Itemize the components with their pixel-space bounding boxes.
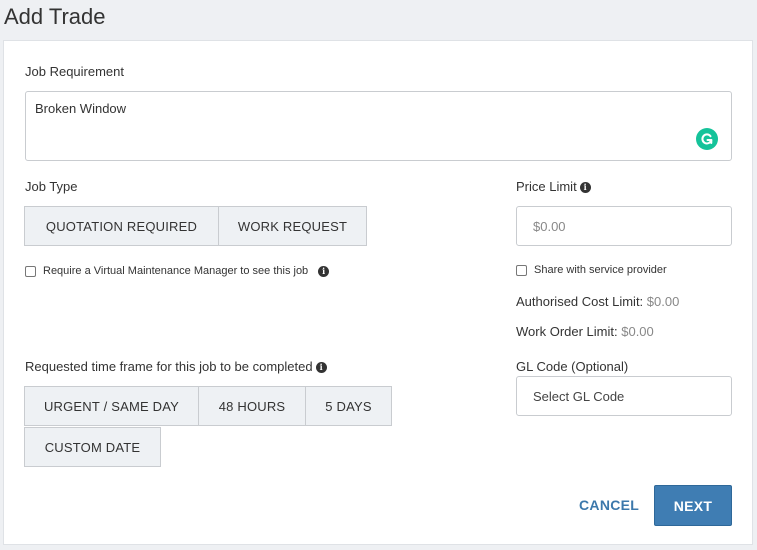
add-trade-form: Job Requirement Broken Window Job Type Q… <box>3 40 753 545</box>
work-order-row: Work Order Limit: $0.00 <box>516 324 654 339</box>
job-type-quotation-button[interactable]: QUOTATION REQUIRED <box>25 207 219 245</box>
gl-code-label: GL Code (Optional) <box>516 359 629 374</box>
price-limit-label: Price Limit i <box>516 179 591 194</box>
vmm-checkbox-row[interactable]: Require a Virtual Maintenance Manager to… <box>25 265 330 277</box>
share-checkbox-label: Share with service provider <box>534 264 667 276</box>
job-requirement-label: Job Requirement <box>25 64 124 79</box>
vmm-checkbox-label: Require a Virtual Maintenance Manager to… <box>43 265 309 277</box>
next-button[interactable]: NEXT <box>654 485 732 526</box>
page-title: Add Trade <box>4 4 106 29</box>
price-limit-placeholder: $0.00 <box>533 218 566 234</box>
authorised-cost-value: $0.00 <box>646 294 680 309</box>
vmm-checkbox[interactable] <box>25 265 36 277</box>
timeframe-5-days-button[interactable]: 5 DAYS <box>306 387 391 425</box>
grammarly-icon[interactable] <box>696 128 718 150</box>
work-order-label: Work Order Limit: <box>516 324 618 339</box>
timeframe-urgent-button[interactable]: URGENT / SAME DAY <box>25 387 199 425</box>
job-type-label: Job Type <box>25 179 78 194</box>
info-icon[interactable]: i <box>579 182 591 194</box>
job-type-work-request-button[interactable]: WORK REQUEST <box>219 207 366 245</box>
timeframe-custom-control: CUSTOM DATE <box>24 427 161 467</box>
price-limit-label-text: Price Limit <box>516 179 577 194</box>
authorised-cost-label: Authorised Cost Limit: <box>516 294 644 309</box>
job-requirement-value: Broken Window <box>35 101 127 116</box>
info-icon[interactable]: i <box>315 362 327 374</box>
cancel-button[interactable]: CANCEL <box>579 497 639 513</box>
timeframe-label-text: Requested time frame for this job to be … <box>25 359 313 374</box>
timeframe-segmented-control: URGENT / SAME DAY 48 HOURS 5 DAYS <box>24 386 392 426</box>
price-limit-input[interactable]: $0.00 <box>516 206 732 246</box>
job-type-segmented-control: QUOTATION REQUIRED WORK REQUEST <box>24 206 367 246</box>
timeframe-label: Requested time frame for this job to be … <box>25 359 327 374</box>
timeframe-custom-date-button[interactable]: CUSTOM DATE <box>25 428 160 466</box>
share-checkbox-row[interactable]: Share with service provider <box>516 264 667 276</box>
gl-code-select[interactable]: Select GL Code <box>516 376 732 416</box>
job-requirement-textarea[interactable]: Broken Window <box>25 91 732 161</box>
info-icon[interactable]: i <box>318 265 330 277</box>
share-checkbox[interactable] <box>516 264 527 276</box>
work-order-value: $0.00 <box>621 324 654 339</box>
timeframe-48-hours-button[interactable]: 48 HOURS <box>199 387 306 425</box>
authorised-cost-row: Authorised Cost Limit: $0.00 <box>516 294 679 309</box>
gl-code-placeholder: Select GL Code <box>533 388 625 404</box>
